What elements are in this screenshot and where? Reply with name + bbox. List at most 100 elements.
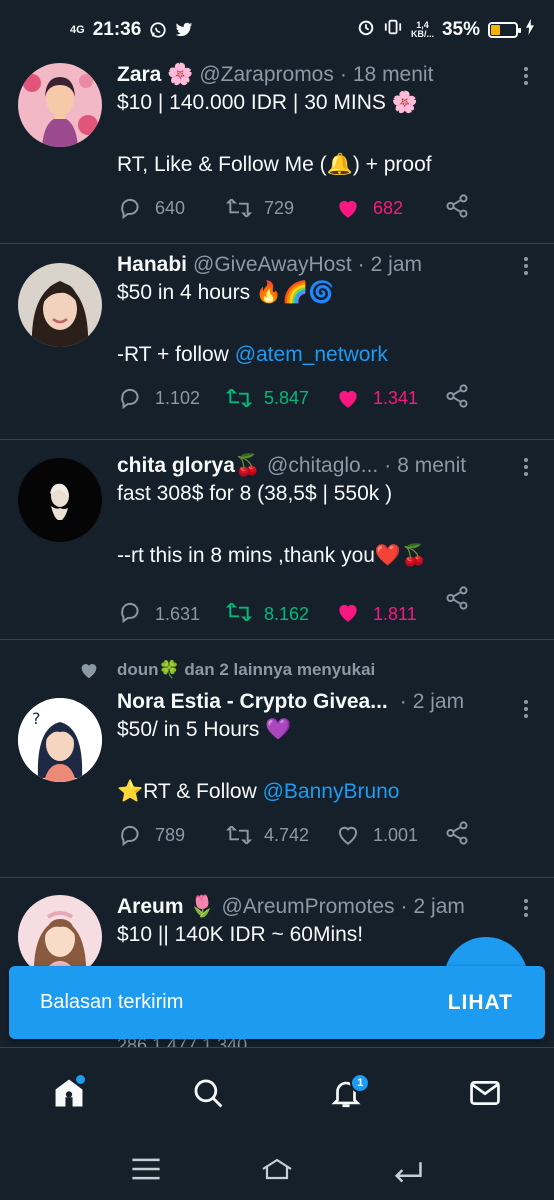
reply-count: 1.102 xyxy=(155,387,201,408)
social-context-text: doun🍀 dan 2 lainnya menyukai xyxy=(117,660,376,679)
vibrate-icon xyxy=(383,18,403,42)
share-button[interactable] xyxy=(444,383,470,414)
reply-button[interactable]: 789 xyxy=(117,822,226,848)
nav-home[interactable] xyxy=(39,1063,99,1123)
tweet-time: 2 jam xyxy=(413,895,465,918)
battery-percent: 35% xyxy=(441,19,480,40)
mail-icon xyxy=(469,1080,500,1105)
home-button-icon[interactable] xyxy=(260,1155,294,1183)
heart-filled-icon xyxy=(339,390,357,408)
author-handle[interactable]: @chitaglo... xyxy=(267,454,378,478)
tweet-text: -RT + follow xyxy=(117,343,235,366)
share-button[interactable] xyxy=(444,585,470,616)
tweet-time: 2 jam xyxy=(370,253,423,276)
share-icon xyxy=(446,193,468,218)
like-count: 682 xyxy=(373,197,404,218)
retweet-button[interactable]: 4.742 xyxy=(226,822,335,848)
avatar[interactable] xyxy=(18,458,102,542)
retweet-count: 8.162 xyxy=(264,604,310,624)
heart-outline-icon xyxy=(338,826,358,845)
back-icon[interactable] xyxy=(391,1155,425,1183)
tweet[interactable]: chita glorya🍒 @chitaglo... · 8 menit fas… xyxy=(0,440,554,640)
tweet[interactable]: Zara 🌸 @Zarapromos · 18 menit $10 | 140.… xyxy=(0,55,554,244)
nav-search[interactable] xyxy=(178,1063,238,1123)
charging-icon xyxy=(526,19,534,41)
tweet-text-line: RT, Like & Follow Me (🔔) + proof xyxy=(117,153,432,176)
toast-message: Balasan terkirim xyxy=(40,991,184,1013)
author-name[interactable]: Hanabi xyxy=(117,253,187,277)
avatar[interactable]: ? xyxy=(18,698,102,782)
author-name[interactable]: Nora Estia - Crypto Givea... xyxy=(117,690,388,714)
tweet-actions: 1.631 8.162 1.811 xyxy=(117,585,554,625)
author-name[interactable]: Zara 🌸 xyxy=(117,63,193,87)
author-name[interactable]: Areum 🌷 xyxy=(117,895,216,919)
retweet-button[interactable]: 5.847 xyxy=(226,385,335,411)
avatar[interactable] xyxy=(18,63,102,147)
like-button[interactable]: 1.001 xyxy=(335,822,444,848)
alarm-icon xyxy=(357,18,375,42)
avatar[interactable] xyxy=(18,263,102,347)
tweet-header: Hanabi @GiveAwayHost · 2 jam xyxy=(117,253,554,277)
tweet-text-line: -RT + follow @atem_network xyxy=(117,339,554,370)
tweet-text-line: $50/ in 5 Hours 💜 xyxy=(117,718,292,741)
author-name[interactable]: chita glorya🍒 xyxy=(117,454,261,478)
share-button[interactable] xyxy=(444,820,470,851)
battery-fill xyxy=(491,25,501,35)
reply-button[interactable]: 1.102 xyxy=(117,385,226,411)
tweet-text-line: --rt this in 8 mins ,thank you❤️🍒 xyxy=(117,544,428,567)
svg-text:?: ? xyxy=(32,709,41,728)
notification-badge: 1 xyxy=(350,1072,371,1093)
separator-dot: · xyxy=(399,690,407,713)
share-icon xyxy=(446,820,468,845)
tweet-time: 2 jam xyxy=(412,690,465,713)
share-button[interactable] xyxy=(444,193,470,224)
retweet-icon xyxy=(226,602,252,622)
mention-link[interactable]: @BannyBruno xyxy=(263,780,400,803)
system-navigation-bar xyxy=(0,1137,554,1200)
twitter-bird-icon xyxy=(175,21,193,39)
separator-dot: · xyxy=(357,253,365,276)
tweet[interactable]: Hanabi @GiveAwayHost · 2 jam $50 in 4 ho… xyxy=(0,244,554,440)
tweet-header: Areum 🌷 @AreumPromotes · 2 jam xyxy=(117,895,554,919)
author-handle[interactable]: @Zarapromos xyxy=(199,63,334,87)
nav-notifications[interactable]: 1 xyxy=(316,1063,376,1123)
reply-button[interactable]: 640 xyxy=(117,195,226,221)
more-options-icon[interactable] xyxy=(522,67,530,85)
reply-icon xyxy=(121,602,139,624)
retweet-count: 4.742 xyxy=(264,824,310,845)
retweet-icon xyxy=(226,388,252,408)
author-handle[interactable]: @AreumPromotes xyxy=(222,895,395,919)
like-count: 1.001 xyxy=(373,824,419,845)
like-button[interactable]: 682 xyxy=(335,195,444,221)
like-button[interactable]: 1.811 xyxy=(335,599,444,625)
more-options-icon[interactable] xyxy=(522,257,530,275)
like-count: 1.811 xyxy=(373,604,417,624)
separator-dot: · xyxy=(400,895,408,918)
network-speed: 1,4 KB/... xyxy=(411,21,434,39)
nav-messages[interactable] xyxy=(455,1063,515,1123)
toast-view-button[interactable]: LIHAT xyxy=(448,991,513,1015)
tweet-text-gap xyxy=(117,118,554,149)
heart-filled-icon xyxy=(339,200,357,218)
reply-button[interactable]: 1.631 xyxy=(117,599,226,625)
retweet-icon xyxy=(226,198,252,218)
more-options-icon[interactable] xyxy=(522,458,530,476)
menu-icon[interactable] xyxy=(129,1155,163,1183)
heart-icon xyxy=(81,664,97,679)
battery-icon xyxy=(488,22,521,38)
mention-link[interactable]: @atem_network xyxy=(235,343,388,366)
author-handle[interactable]: @GiveAwayHost xyxy=(193,253,352,277)
like-button[interactable]: 1.341 xyxy=(335,385,444,411)
tweet-actions: 1.102 5.847 1.341 xyxy=(117,378,554,418)
retweet-button[interactable]: 729 xyxy=(226,195,335,221)
retweet-button[interactable]: 8.162 xyxy=(226,599,335,625)
social-context[interactable]: doun🍀 dan 2 lainnya menyukai xyxy=(81,650,554,690)
tweet-text-line: fast 308$ for 8 (38,5$ | 550k ) xyxy=(117,482,393,505)
search-icon xyxy=(194,1079,223,1107)
tweet-text-line: $10 | 140.000 IDR | 30 MINS 🌸 xyxy=(117,91,418,114)
more-options-icon[interactable] xyxy=(522,700,530,718)
share-icon xyxy=(446,586,468,610)
tweet[interactable]: doun🍀 dan 2 lainnya menyukai ? Nora Esti… xyxy=(0,640,554,878)
more-options-icon[interactable] xyxy=(522,899,530,917)
timeline-feed[interactable]: Zara 🌸 @Zarapromos · 18 menit $10 | 140.… xyxy=(0,55,554,1078)
